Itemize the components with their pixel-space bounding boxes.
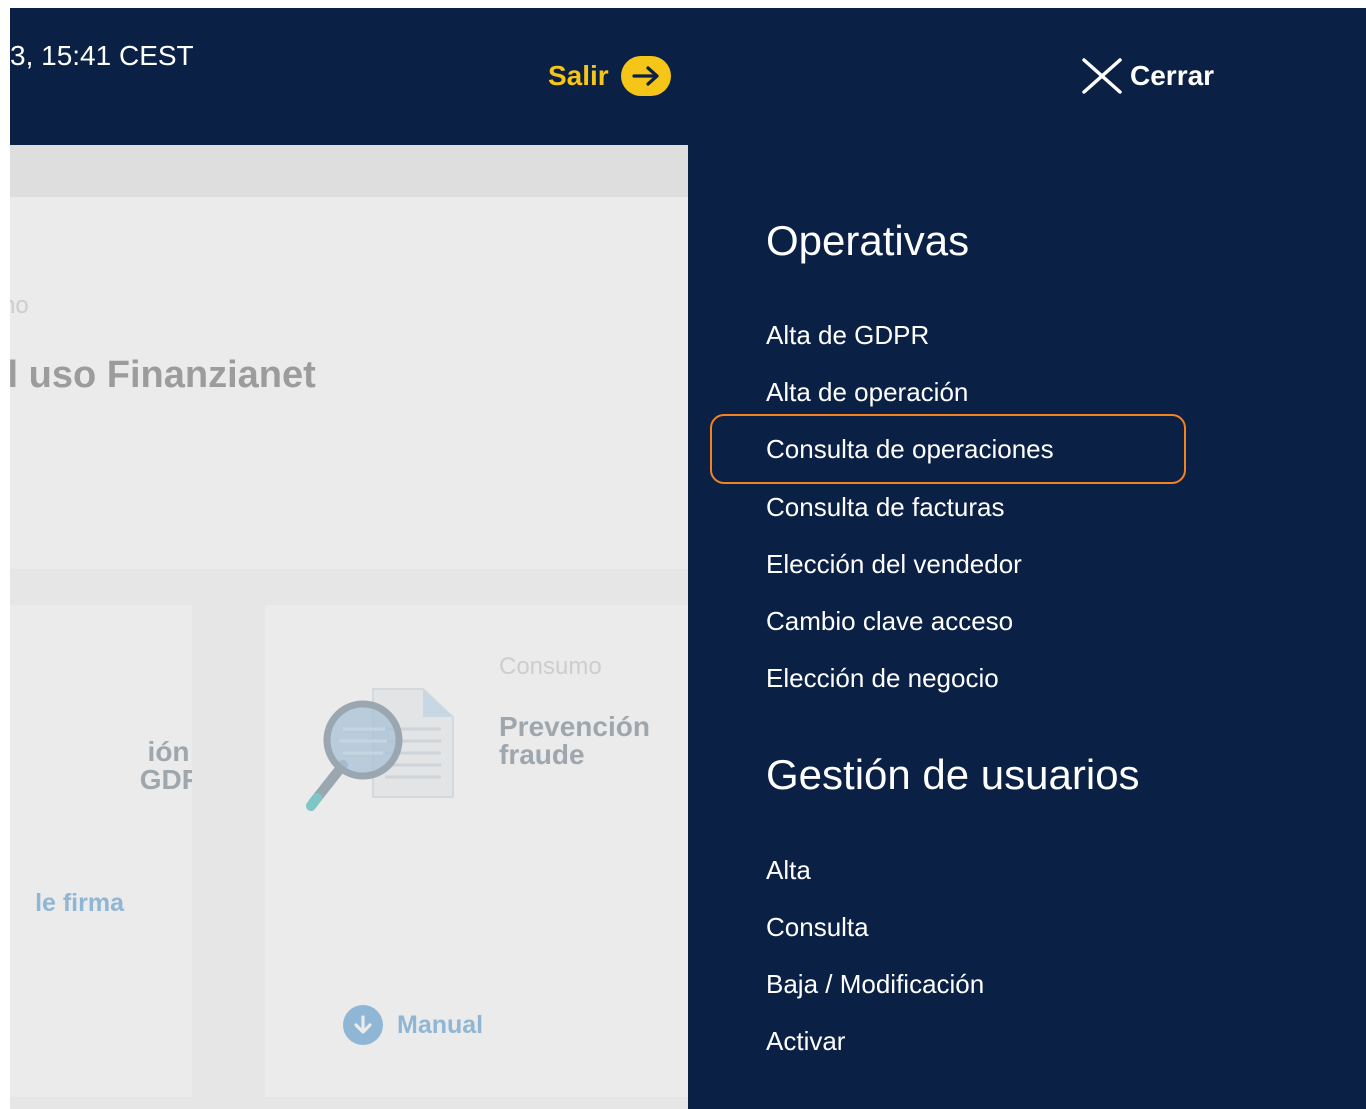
dimmed-page-content: umo nual uso Finanzianet iva ión de GDPR… bbox=[10, 145, 688, 1109]
manual-download-link: Manual bbox=[343, 1005, 483, 1045]
app-frame: 3, 15:41 CEST Salir Cerrar umo nual uso … bbox=[10, 8, 1366, 1109]
document-magnifier-icon bbox=[306, 688, 454, 811]
card-title-line: iva bbox=[10, 710, 192, 738]
close-icon bbox=[1082, 58, 1122, 94]
menu-item-consulta[interactable]: Consulta bbox=[766, 912, 869, 943]
menu-item-alta-operacion[interactable]: Alta de operación bbox=[766, 377, 968, 408]
card-title-line: Prevención bbox=[499, 711, 650, 742]
manual-label: Manual bbox=[397, 1010, 484, 1039]
card-signature-link: le firma bbox=[35, 889, 124, 917]
logout-label: Salir bbox=[548, 60, 609, 91]
side-menu: Operativas Alta de GDPR Alta de operació… bbox=[688, 145, 1366, 1109]
hero-card: umo nual uso Finanzianet bbox=[10, 197, 688, 569]
menu-item-eleccion-vendedor[interactable]: Elección del vendedor bbox=[766, 549, 1022, 580]
card-title: Prevención fraude bbox=[499, 713, 650, 769]
gdpr-card: iva ión de GDPR) le firma R bbox=[10, 605, 192, 1097]
logout-button[interactable]: Salir bbox=[548, 56, 671, 96]
card-title-line: ión de bbox=[147, 736, 192, 767]
header-bar: 3, 15:41 CEST Salir Cerrar bbox=[10, 8, 1366, 145]
hero-title: nual uso Finanzianet bbox=[10, 354, 316, 396]
card-title-line: fraude bbox=[499, 739, 585, 770]
menu-item-activar[interactable]: Activar bbox=[766, 1026, 845, 1057]
close-menu-button[interactable]: Cerrar bbox=[1080, 56, 1214, 96]
arrow-right-icon bbox=[620, 56, 671, 96]
fraud-prevention-card: Consumo Prevención fraude Manual bbox=[265, 605, 688, 1097]
card-title: iva ión de GDPR) bbox=[10, 710, 192, 794]
menu-item-alta-gdpr[interactable]: Alta de GDPR bbox=[766, 320, 929, 351]
menu-item-consulta-operaciones[interactable]: Consulta de operaciones bbox=[766, 434, 1054, 465]
gestion-usuarios-heading: Gestión de usuarios bbox=[766, 751, 1140, 798]
content-top-strip bbox=[10, 145, 688, 197]
close-label: Cerrar bbox=[1130, 60, 1215, 91]
operativas-heading: Operativas bbox=[766, 217, 970, 264]
menu-item-alta[interactable]: Alta bbox=[766, 855, 811, 886]
menu-item-baja-modificacion[interactable]: Baja / Modificación bbox=[766, 969, 984, 1000]
menu-item-eleccion-negocio[interactable]: Elección de negocio bbox=[766, 663, 999, 694]
session-datetime: 3, 15:41 CEST bbox=[10, 40, 194, 71]
menu-item-consulta-facturas[interactable]: Consulta de facturas bbox=[766, 492, 1004, 523]
hero-category: umo bbox=[10, 292, 29, 319]
download-icon bbox=[343, 1005, 383, 1045]
card-title-line: GDPR) bbox=[139, 764, 192, 795]
card-category: Consumo bbox=[499, 653, 602, 680]
menu-item-cambio-clave[interactable]: Cambio clave acceso bbox=[766, 606, 1013, 637]
